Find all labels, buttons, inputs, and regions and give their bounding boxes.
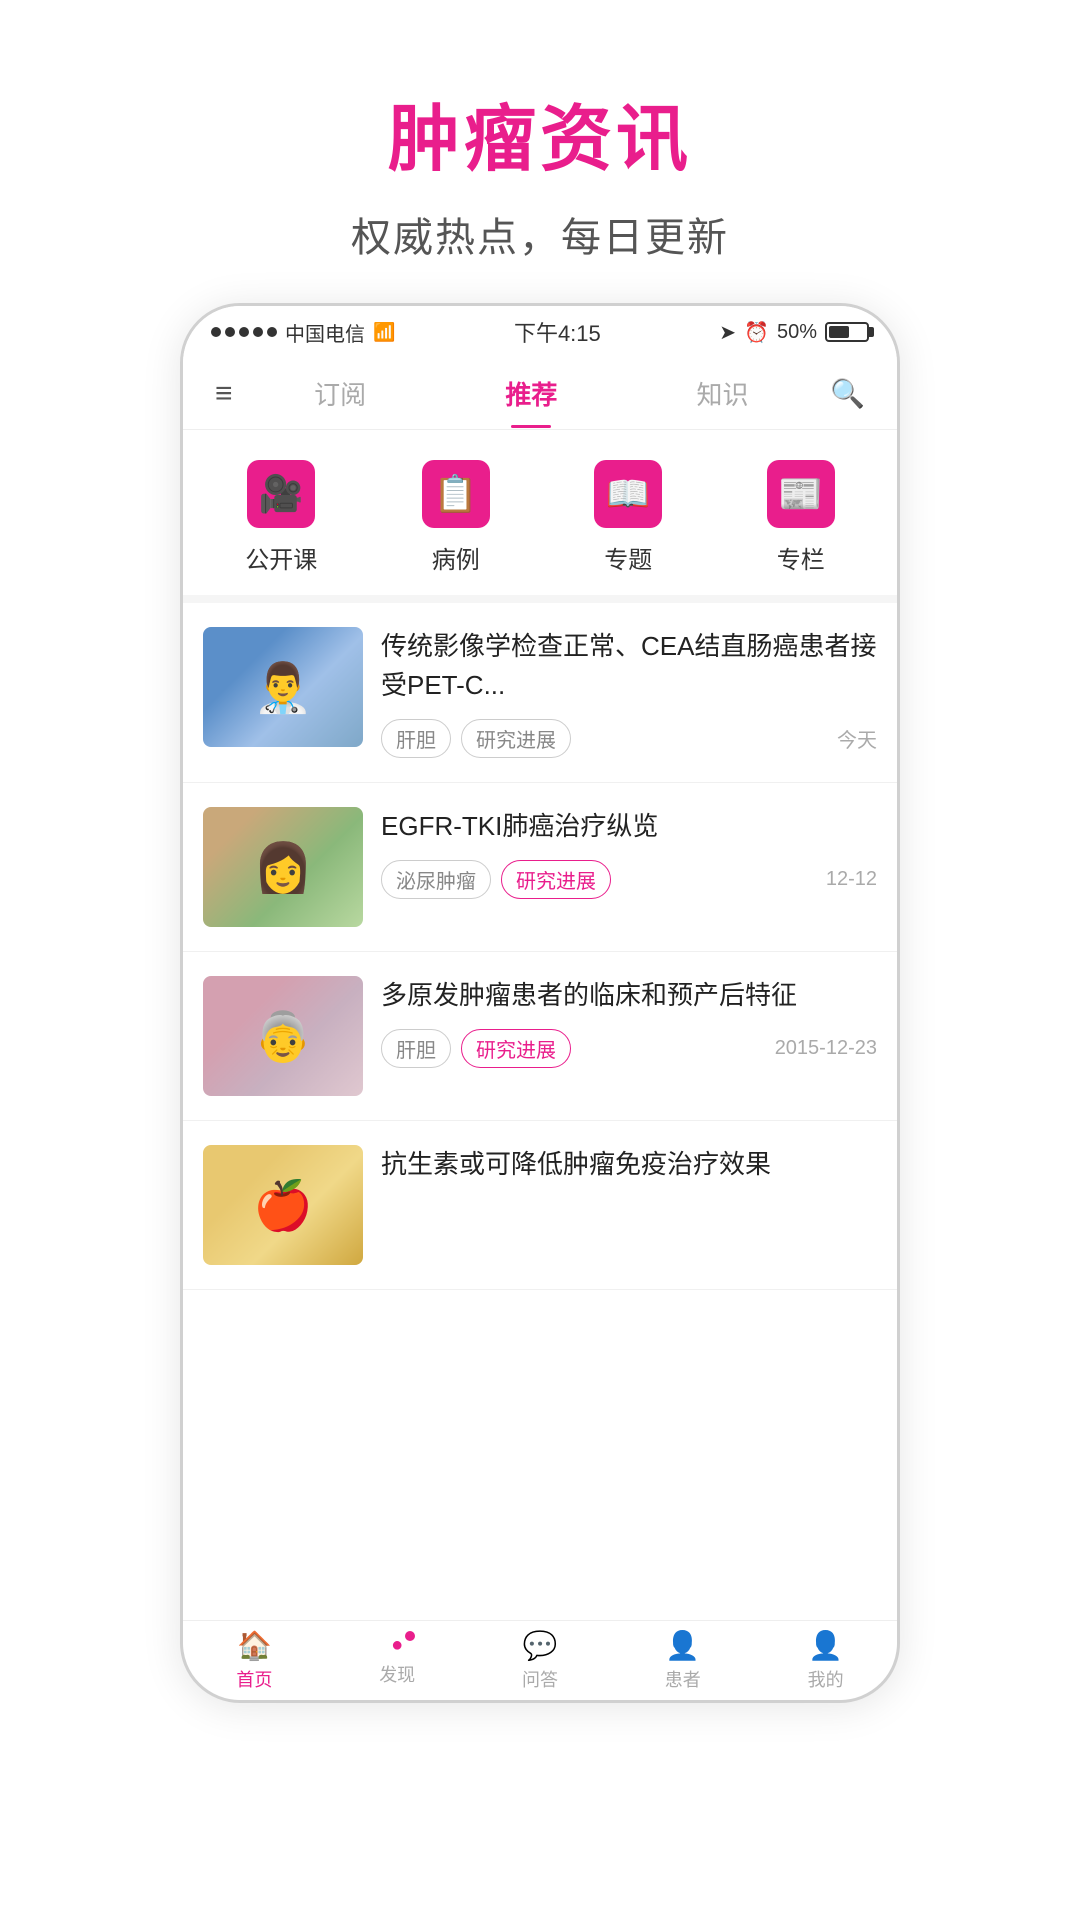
signal-dots xyxy=(211,327,277,337)
qa-label: 问答 xyxy=(522,1666,558,1692)
discover-icon: ● xyxy=(391,1634,403,1657)
article-thumb-4 xyxy=(203,1145,363,1265)
article-title-3: 多原发肿瘤患者的临床和预产后特征 xyxy=(381,976,877,1015)
signal-dot-2 xyxy=(225,327,235,337)
article-meta-2: 泌尿肿瘤 研究进展 12-12 xyxy=(381,860,877,899)
topic-label: 专题 xyxy=(604,540,652,575)
article-item-2[interactable]: EGFR-TKI肺癌治疗纵览 泌尿肿瘤 研究进展 12-12 xyxy=(183,783,897,952)
search-icon[interactable]: 🔍 xyxy=(818,377,877,410)
tag-research-3: 研究进展 xyxy=(461,1029,571,1068)
article-content-4: 抗生素或可降低肿瘤免疫治疗效果 xyxy=(381,1145,877,1198)
discover-label: 发现 xyxy=(379,1661,415,1687)
case-icon: 📋 xyxy=(422,460,490,528)
status-time: 下午4:15 xyxy=(514,316,601,348)
location-icon: ➤ xyxy=(719,320,736,345)
battery-fill xyxy=(829,326,849,338)
article-date-1: 今天 xyxy=(837,724,877,753)
article-content-3: 多原发肿瘤患者的临床和预产后特征 肝胆 研究进展 2015-12-23 xyxy=(381,976,877,1068)
article-content-2: EGFR-TKI肺癌治疗纵览 泌尿肿瘤 研究进展 12-12 xyxy=(381,807,877,899)
category-open-course[interactable]: 🎥 公开课 xyxy=(245,460,317,575)
article-title-4: 抗生素或可降低肿瘤免疫治疗效果 xyxy=(381,1145,877,1184)
article-meta-3: 肝胆 研究进展 2015-12-23 xyxy=(381,1029,877,1068)
article-content-1: 传统影像学检查正常、CEA结直肠癌患者接受PET-C... 肝胆 研究进展 今天 xyxy=(381,627,877,758)
page-subtitle: 权威热点，每日更新 xyxy=(351,205,729,263)
page-header: 肿瘤资讯 权威热点，每日更新 xyxy=(351,0,729,303)
bottom-nav-mine[interactable]: 👤 我的 xyxy=(754,1621,897,1700)
carrier-label: 中国电信 xyxy=(285,318,365,347)
tag-liver-3: 肝胆 xyxy=(381,1029,451,1068)
alarm-icon: ⏰ xyxy=(744,320,769,345)
phone-shell: 中国电信 📶 下午4:15 ➤ ⏰ 50% ≡ 订阅 推荐 知识 🔍 🎥 公开课… xyxy=(180,303,900,1703)
page-title: 肿瘤资讯 xyxy=(351,80,729,185)
bottom-nav-discover[interactable]: ● 发现 xyxy=(326,1621,469,1700)
tag-liver-1: 肝胆 xyxy=(381,719,451,758)
mine-icon: 👤 xyxy=(808,1629,843,1662)
article-thumb-2 xyxy=(203,807,363,927)
qa-icon: 💬 xyxy=(523,1629,558,1662)
article-thumb-1 xyxy=(203,627,363,747)
article-item-3[interactable]: 多原发肿瘤患者的临床和预产后特征 肝胆 研究进展 2015-12-23 xyxy=(183,952,897,1121)
article-title-2: EGFR-TKI肺癌治疗纵览 xyxy=(381,807,877,846)
bottom-nav-home[interactable]: 🏠 首页 xyxy=(183,1621,326,1700)
status-left: 中国电信 📶 xyxy=(211,318,395,347)
article-date-2: 12-12 xyxy=(826,868,877,891)
signal-dot-4 xyxy=(253,327,263,337)
column-icon: 📰 xyxy=(767,460,835,528)
status-bar: 中国电信 📶 下午4:15 ➤ ⏰ 50% xyxy=(183,306,897,358)
mine-label: 我的 xyxy=(808,1666,844,1692)
open-course-icon: 🎥 xyxy=(247,460,315,528)
article-item-4[interactable]: 抗生素或可降低肿瘤免疫治疗效果 xyxy=(183,1121,897,1290)
tab-subscribe[interactable]: 订阅 xyxy=(245,375,436,412)
battery-bar xyxy=(825,322,869,342)
tab-knowledge[interactable]: 知识 xyxy=(627,375,818,412)
home-label: 首页 xyxy=(236,1666,272,1692)
article-thumb-3 xyxy=(203,976,363,1096)
status-right: ➤ ⏰ 50% xyxy=(719,320,869,345)
patient-icon: 👤 xyxy=(665,1629,700,1662)
article-item-1[interactable]: 传统影像学检查正常、CEA结直肠癌患者接受PET-C... 肝胆 研究进展 今天 xyxy=(183,603,897,783)
signal-dot-3 xyxy=(239,327,249,337)
open-course-label: 公开课 xyxy=(245,540,317,575)
category-case[interactable]: 📋 病例 xyxy=(422,460,490,575)
topic-icon: 📖 xyxy=(594,460,662,528)
nav-tabs: ≡ 订阅 推荐 知识 🔍 xyxy=(183,358,897,430)
column-label: 专栏 xyxy=(777,540,825,575)
menu-icon[interactable]: ≡ xyxy=(203,377,245,411)
article-date-3: 2015-12-23 xyxy=(775,1037,877,1060)
category-topic[interactable]: 📖 专题 xyxy=(594,460,662,575)
case-label: 病例 xyxy=(432,540,480,575)
wifi-icon: 📶 xyxy=(373,322,395,343)
tag-research-2: 研究进展 xyxy=(501,860,611,899)
home-icon: 🏠 xyxy=(237,1629,272,1662)
battery-text: 50% xyxy=(777,321,817,344)
article-title-1: 传统影像学检查正常、CEA结直肠癌患者接受PET-C... xyxy=(381,627,877,705)
signal-dot-1 xyxy=(211,327,221,337)
article-list: 传统影像学检查正常、CEA结直肠癌患者接受PET-C... 肝胆 研究进展 今天… xyxy=(183,603,897,1620)
article-meta-1: 肝胆 研究进展 今天 xyxy=(381,719,877,758)
patient-label: 患者 xyxy=(665,1666,701,1692)
bottom-nav-patient[interactable]: 👤 患者 xyxy=(611,1621,754,1700)
category-row: 🎥 公开课 📋 病例 📖 专题 📰 专栏 xyxy=(183,430,897,603)
signal-dot-5 xyxy=(267,327,277,337)
tag-urology-2: 泌尿肿瘤 xyxy=(381,860,491,899)
tab-recommend[interactable]: 推荐 xyxy=(436,375,627,412)
category-column[interactable]: 📰 专栏 xyxy=(767,460,835,575)
bottom-nav: 🏠 首页 ● 发现 💬 问答 👤 患者 👤 我的 xyxy=(183,1620,897,1700)
tag-research-1: 研究进展 xyxy=(461,719,571,758)
discover-dot xyxy=(405,1631,415,1641)
bottom-nav-qa[interactable]: 💬 问答 xyxy=(469,1621,612,1700)
